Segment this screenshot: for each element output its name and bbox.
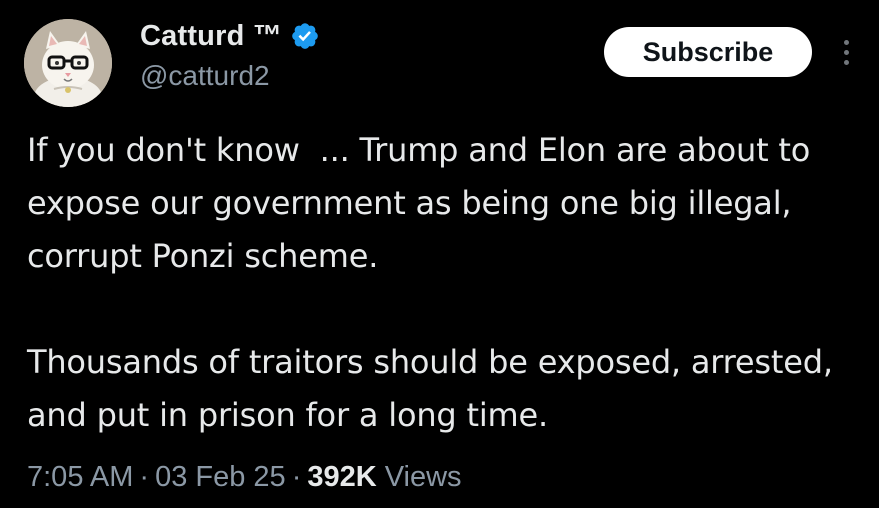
meta-separator: · xyxy=(139,460,150,493)
tweet-date[interactable]: 03 Feb 25 xyxy=(155,461,286,494)
views-label[interactable]: Views xyxy=(385,461,462,494)
avatar[interactable] xyxy=(24,19,112,107)
tweet-paragraph: If you don't know ... Trump and Elon are… xyxy=(27,131,821,275)
verified-badge-icon[interactable] xyxy=(290,21,320,51)
more-dot xyxy=(843,39,849,45)
tweet-time[interactable]: 7:05 AM xyxy=(27,461,133,494)
meta-separator: · xyxy=(291,460,302,493)
tweet-meta: 7:05 AM · 03 Feb 25 · 392K Views xyxy=(27,455,462,499)
views-count[interactable]: 392K xyxy=(307,461,376,494)
tweet-text: If you don't know ... Trump and Elon are… xyxy=(27,124,857,442)
tweet-paragraph: Thousands of traitors should be exposed,… xyxy=(27,343,843,434)
cat-avatar-icon xyxy=(24,19,112,107)
author-display-name[interactable]: Catturd ™ xyxy=(140,20,282,53)
author-handle[interactable]: @catturd2 xyxy=(140,60,270,92)
tweet-card: Catturd ™ @catturd2 Subscribe If you don… xyxy=(0,0,879,508)
subscribe-button[interactable]: Subscribe xyxy=(604,27,812,77)
author-name-row: Catturd ™ xyxy=(140,16,320,56)
more-dot xyxy=(843,59,849,65)
more-options-icon[interactable] xyxy=(836,32,856,72)
more-dot xyxy=(843,49,849,55)
